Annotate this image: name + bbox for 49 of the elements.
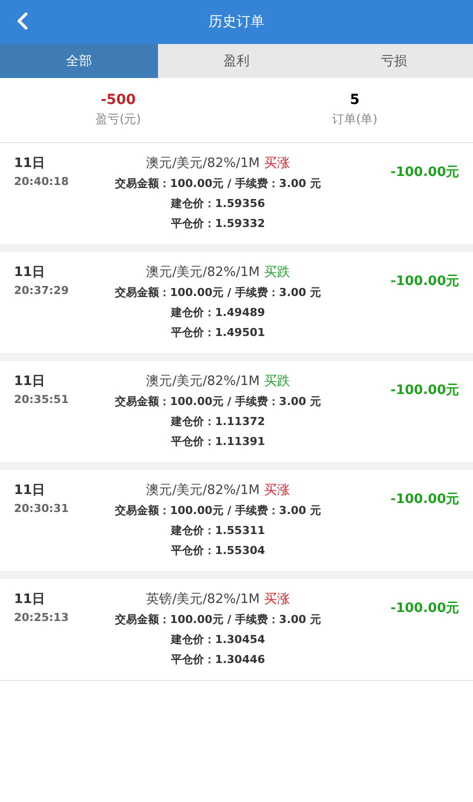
amount-text: 交易金额：100.00元 / 手续费：3.00 元 (114, 394, 322, 410)
close-price: 平仓价：1.55304 (170, 543, 266, 559)
direction-label: 买涨 (264, 156, 290, 171)
direction-label: 买涨 (264, 592, 290, 607)
open-price: 建仓价：1.30454 (170, 632, 266, 648)
profit-loss: -100.00元 (389, 491, 460, 508)
profit-loss: -100.00元 (389, 600, 460, 617)
open-price: 建仓价：1.59356 (170, 196, 266, 212)
close-price: 平仓价：1.30446 (170, 652, 266, 668)
order-time: 20:40:18 (14, 174, 70, 190)
open-price: 建仓价：1.55311 (170, 523, 266, 539)
summary-label: 盈亏(元) (96, 111, 141, 128)
summary-value: -500 (100, 92, 136, 108)
open-price: 建仓价：1.11372 (170, 414, 266, 430)
summary-value: 5 (350, 92, 360, 108)
amount-text: 交易金额：100.00元 / 手续费：3.00 元 (114, 503, 322, 519)
order-time: 20:25:13 (14, 610, 70, 626)
tab[interactable]: 亏损 (315, 44, 473, 78)
tab[interactable]: 盈利 (158, 44, 316, 78)
profit-loss: -100.00元 (389, 164, 460, 181)
order-day: 11日 (14, 155, 90, 173)
back-icon[interactable] (16, 12, 28, 30)
amount-text: 交易金额：100.00元 / 手续费：3.00 元 (114, 612, 322, 628)
profit-loss: -100.00元 (389, 273, 460, 290)
close-price: 平仓价：1.11391 (170, 434, 266, 450)
close-price: 平仓价：1.59332 (170, 216, 266, 232)
direction-label: 买涨 (264, 483, 290, 498)
direction-label: 买跌 (264, 374, 290, 389)
order-day: 11日 (14, 264, 90, 282)
order-day: 11日 (14, 373, 90, 391)
order-day: 11日 (14, 591, 90, 609)
order-time: 20:30:31 (14, 501, 70, 517)
amount-text: 交易金额：100.00元 / 手续费：3.00 元 (114, 176, 322, 192)
product-name: 澳元/美元/82%/1M (146, 156, 260, 171)
product-name: 英镑/美元/82%/1M (146, 592, 260, 607)
product-name: 澳元/美元/82%/1M (146, 374, 260, 389)
close-price: 平仓价：1.49501 (170, 325, 266, 341)
order-time: 20:35:51 (14, 392, 70, 408)
order-day: 11日 (14, 482, 90, 500)
tab[interactable]: 全部 (0, 44, 158, 78)
summary-label: 订单(单) (332, 111, 378, 128)
product-name: 澳元/美元/82%/1M (146, 265, 260, 280)
page-title: 历史订单 (208, 13, 264, 31)
product-name: 澳元/美元/82%/1M (146, 483, 260, 498)
profit-loss: -100.00元 (389, 382, 460, 399)
open-price: 建仓价：1.49489 (170, 305, 266, 321)
direction-label: 买跌 (264, 265, 290, 280)
order-time: 20:37:29 (14, 283, 70, 299)
amount-text: 交易金额：100.00元 / 手续费：3.00 元 (114, 285, 322, 301)
